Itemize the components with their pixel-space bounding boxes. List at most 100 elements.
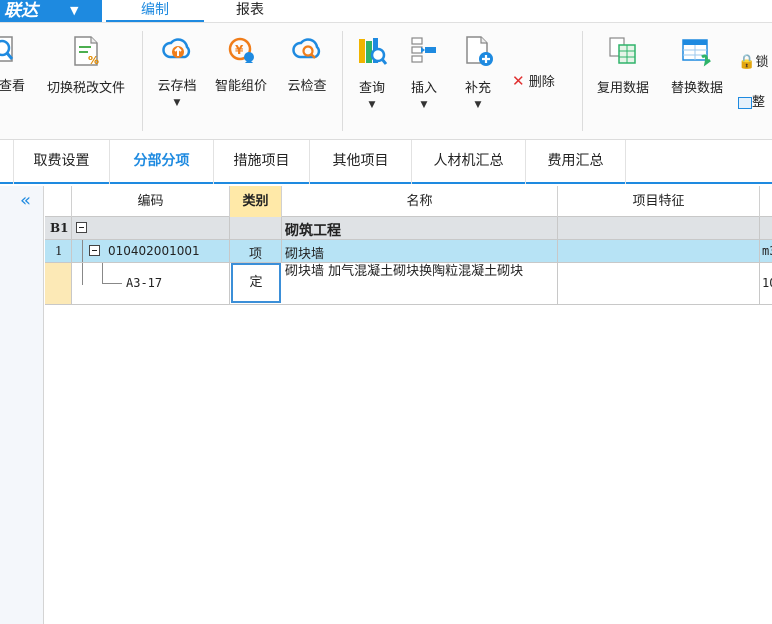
insert-label: 插入 bbox=[410, 81, 437, 96]
switch-tax-file-button[interactable]: % 切换税改文件 bbox=[38, 35, 134, 96]
ribbon-separator bbox=[142, 31, 143, 131]
switch-tax-label: 切换税改文件 bbox=[46, 81, 125, 96]
lock-label: 锁 bbox=[755, 55, 769, 70]
tree-line bbox=[102, 283, 122, 284]
code-cell: A3-17 bbox=[72, 263, 230, 304]
smart-price-button[interactable]: ¥ 智能组价 bbox=[208, 35, 274, 94]
chevron-down-icon[interactable]: ▼ bbox=[152, 98, 202, 108]
chevron-down-icon[interactable]: ▼ bbox=[352, 100, 392, 110]
header-code[interactable]: 编码 bbox=[72, 186, 230, 217]
search-document-icon bbox=[0, 36, 14, 62]
reuse-data-icon bbox=[609, 37, 636, 64]
smart-pricing-icon: ¥ bbox=[228, 37, 254, 63]
category-cell: 项 bbox=[230, 240, 282, 262]
header-category[interactable]: 类别 bbox=[230, 186, 282, 217]
code-text: A3-17 bbox=[126, 276, 163, 290]
menu-bar: 联达 ▼ 编制 报表 bbox=[0, 0, 772, 22]
delete-icon: ✕ bbox=[512, 72, 525, 90]
feature-cell bbox=[558, 240, 760, 262]
query-button[interactable]: 查询 ▼ bbox=[352, 35, 392, 110]
delete-button[interactable]: ✕ 删除 bbox=[512, 71, 555, 90]
header-index bbox=[45, 186, 72, 217]
cloud-check-button[interactable]: 云检查 bbox=[282, 35, 332, 94]
cloud-upload-icon bbox=[162, 38, 191, 59]
add-document-icon bbox=[466, 36, 493, 66]
tax-document-icon: % bbox=[74, 36, 99, 67]
tab-measures[interactable]: 措施项目 bbox=[214, 140, 310, 184]
ribbon-toolbar: 查看 % 切换税改文件 云存档 ▼ ¥ 智能组价 云检查 查询 ▼ 插入 ▼ 补… bbox=[0, 22, 772, 140]
tree-line bbox=[82, 240, 83, 262]
lock-icon: 🔒 bbox=[738, 54, 756, 70]
tab-fee-settings[interactable]: 取费设置 bbox=[14, 140, 110, 184]
collapse-panel-icon[interactable]: « bbox=[20, 190, 31, 211]
unit-cell: m3 bbox=[762, 244, 772, 258]
section-tabs: 取费设置 分部分项 措施项目 其他项目 人材机汇总 费用汇总 bbox=[0, 140, 772, 184]
category-cell-editing[interactable]: 定 bbox=[231, 263, 281, 303]
tab-sub-items[interactable]: 分部分项 bbox=[110, 140, 214, 184]
feature-cell bbox=[558, 217, 760, 239]
view-label: 查看 bbox=[0, 79, 25, 94]
name-cell: 砌筑工程 bbox=[282, 217, 558, 239]
svg-text:¥: ¥ bbox=[235, 43, 244, 57]
grid-header: 编码 类别 名称 项目特征 bbox=[45, 186, 772, 217]
menu-tab-edit[interactable]: 编制 bbox=[106, 0, 204, 22]
app-brand[interactable]: 联达 ▼ bbox=[0, 0, 102, 22]
row-index bbox=[45, 263, 72, 304]
header-name[interactable]: 名称 bbox=[282, 186, 558, 217]
ribbon-separator bbox=[582, 31, 583, 131]
category-cell bbox=[230, 217, 282, 239]
chevron-down-icon[interactable]: ▼ bbox=[456, 100, 500, 110]
reuse-data-button[interactable]: 复用数据 bbox=[590, 35, 656, 96]
chevron-down-icon[interactable]: ▼ bbox=[70, 0, 78, 22]
brand-title: 联达 bbox=[4, 1, 38, 21]
replace-data-icon bbox=[682, 39, 711, 67]
table-row[interactable]: A3-17 定 砌块墙 加气混凝土砌块换陶粒混凝土砌块 10 bbox=[45, 263, 772, 305]
tree-line bbox=[82, 263, 83, 285]
replace-data-button[interactable]: 替换数据 bbox=[664, 35, 730, 96]
left-panel: « bbox=[0, 186, 44, 624]
supplement-label: 补充 bbox=[464, 81, 491, 96]
view-button[interactable]: 查看 bbox=[0, 35, 30, 94]
tidy-icon bbox=[738, 96, 752, 109]
supplement-button[interactable]: 补充 ▼ bbox=[456, 35, 500, 110]
cloud-check-label: 云检查 bbox=[287, 79, 327, 94]
reuse-data-label: 复用数据 bbox=[596, 81, 649, 96]
insert-row-icon bbox=[411, 37, 436, 63]
replace-data-label: 替换数据 bbox=[670, 81, 723, 96]
item-grid: 编码 类别 名称 项目特征 B1 砌筑工程 1 010402001001 项 砌… bbox=[45, 186, 772, 624]
table-row[interactable]: 1 010402001001 项 砌块墙 m3 bbox=[45, 240, 772, 263]
collapse-minus-icon[interactable] bbox=[76, 222, 87, 233]
tab-resource-summary[interactable]: 人材机汇总 bbox=[412, 140, 526, 184]
chevron-down-icon[interactable]: ▼ bbox=[404, 100, 444, 110]
insert-button[interactable]: 插入 ▼ bbox=[404, 35, 444, 110]
tree-line bbox=[102, 263, 103, 283]
book-search-icon bbox=[359, 38, 388, 65]
cloud-search-icon bbox=[292, 38, 321, 59]
code-text: 010402001001 bbox=[108, 244, 200, 258]
tab-cost-summary[interactable]: 费用汇总 bbox=[526, 140, 626, 184]
ribbon-separator bbox=[342, 31, 343, 131]
code-cell: 010402001001 bbox=[72, 240, 230, 262]
header-feature[interactable]: 项目特征 bbox=[558, 186, 760, 217]
collapse-minus-icon[interactable] bbox=[89, 245, 100, 256]
menu-tab-report[interactable]: 报表 bbox=[228, 0, 272, 22]
smart-price-label: 智能组价 bbox=[214, 79, 267, 94]
tidy-label: 整 bbox=[752, 95, 766, 110]
tab-other-items[interactable]: 其他项目 bbox=[310, 140, 412, 184]
cloud-save-button[interactable]: 云存档 ▼ bbox=[152, 35, 202, 108]
code-cell bbox=[72, 217, 230, 239]
lock-button[interactable]: 🔒锁 bbox=[738, 51, 768, 70]
name-cell: 砌块墙 加气混凝土砌块换陶粒混凝土砌块 bbox=[282, 263, 558, 304]
tidy-button[interactable]: 整 bbox=[738, 91, 765, 110]
unit-cell: 10 bbox=[762, 276, 772, 290]
row-index: 1 bbox=[45, 240, 72, 262]
cloud-save-label: 云存档 bbox=[157, 79, 197, 94]
tab-spacer bbox=[0, 140, 14, 184]
table-row[interactable]: B1 砌筑工程 bbox=[45, 217, 772, 240]
query-label: 查询 bbox=[358, 81, 385, 96]
feature-cell bbox=[558, 263, 760, 304]
delete-label: 删除 bbox=[528, 75, 555, 90]
svg-text:%: % bbox=[88, 54, 99, 67]
row-index: B1 bbox=[45, 217, 72, 239]
name-cell: 砌块墙 bbox=[282, 240, 558, 262]
